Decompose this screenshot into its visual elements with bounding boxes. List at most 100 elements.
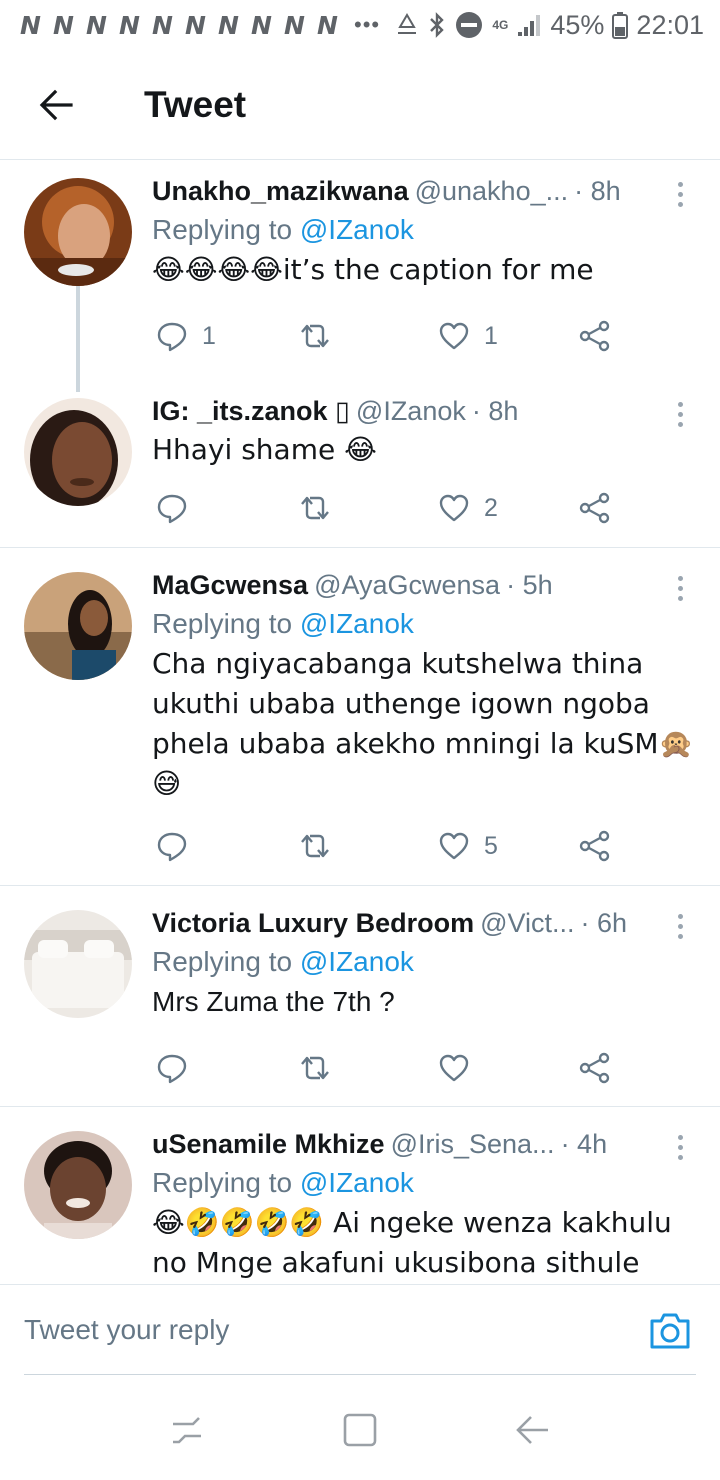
reply-bubble-icon [157, 494, 187, 524]
tweet-content[interactable]: uSenamile Mkhize @Iris_Sena... · 4h Repl… [152, 1125, 696, 1283]
user-name[interactable]: IG: _its.zanok ▯ [152, 392, 350, 430]
like-button[interactable]: 5 [438, 824, 498, 868]
retweet-button[interactable] [298, 824, 346, 868]
avatar[interactable] [24, 910, 132, 1018]
signal-icon [516, 12, 542, 38]
reply-bubble-icon [157, 322, 187, 352]
tweet-text-line: no Mnge akafuni ukusibona sithule [152, 1246, 640, 1279]
user-handle: @Iris_Sena... [390, 1129, 555, 1159]
more-options-button[interactable] [668, 570, 692, 606]
battery-percent: 45% [550, 9, 605, 40]
share-button[interactable] [578, 314, 612, 358]
user-name[interactable]: MaGcwensa [152, 566, 308, 604]
retweet-button[interactable] [298, 314, 346, 358]
tweet-header: IG: _its.zanok ▯ @IZanok · 8h [152, 392, 696, 430]
avatar[interactable] [24, 1131, 132, 1239]
more-options-button[interactable] [668, 396, 692, 432]
retweet-icon [301, 324, 329, 348]
mention-link[interactable]: @IZanok [300, 214, 414, 245]
retweet-button[interactable] [298, 1046, 346, 1090]
avatar[interactable] [24, 178, 132, 286]
more-vertical-icon [677, 1134, 683, 1140]
tweet-header: MaGcwensa @AyaGcwensa · 5h [152, 566, 696, 604]
tweet-text: Hhayi shame 😂 [152, 433, 377, 466]
user-handle: @AyaGcwensa [314, 570, 501, 600]
tweet-time: · 4h [560, 1129, 608, 1159]
tweet-actions: 1 1 [152, 314, 622, 358]
tweet-text-line: phela ubaba akekho mningi la kuSM🙊 [152, 727, 694, 760]
more-vertical-icon [677, 913, 683, 919]
tweet-header: uSenamile Mkhize @Iris_Sena... · 4h [152, 1125, 696, 1163]
replying-label: Replying to [152, 214, 300, 245]
notification-icons: N N N N N N N N N N [16, 11, 342, 40]
notification-icon: N [317, 10, 338, 40]
like-count: 5 [484, 831, 498, 860]
tweet-time: · 6h [580, 908, 628, 938]
camera-button[interactable] [648, 1309, 692, 1353]
replying-label: Replying to [152, 946, 300, 977]
like-button[interactable] [438, 1046, 484, 1090]
tweet: uSenamile Mkhize @Iris_Sena... · 4h Repl… [0, 1107, 720, 1284]
tweet-time: · 5h [506, 570, 553, 600]
reply-button[interactable]: 1 [156, 314, 216, 358]
more-options-button[interactable] [668, 908, 692, 944]
reply-input[interactable]: Tweet your reply [24, 1285, 696, 1375]
reply-button[interactable] [156, 486, 202, 530]
user-name[interactable]: Unakho_mazikwana [152, 172, 409, 210]
tweet: MaGcwensa @AyaGcwensa · 5h Replying to @… [0, 548, 720, 886]
tweet-time: · 8h [471, 396, 519, 426]
reply-feed[interactable]: Unakho_mazikwana @unakho_... · 8h Replyi… [0, 160, 720, 1284]
more-options-button[interactable] [668, 176, 692, 212]
like-button[interactable]: 1 [438, 314, 498, 358]
share-button[interactable] [578, 1046, 612, 1090]
reply-bubble-icon [157, 832, 187, 862]
status-bar: N N N N N N N N N N ••• 4G 45% 22:01 [0, 0, 720, 50]
share-button[interactable] [578, 486, 612, 530]
share-icon [579, 1052, 610, 1084]
reply-composer: Tweet your reply [0, 1284, 720, 1375]
avatar[interactable] [24, 572, 132, 680]
replying-to: Replying to @IZanok [152, 1163, 696, 1203]
avatar[interactable] [24, 398, 132, 506]
reply-bubble-icon [157, 1054, 187, 1084]
replying-to: Replying to @IZanok [152, 604, 696, 644]
replying-label: Replying to [152, 1167, 300, 1198]
tweet-content[interactable]: Unakho_mazikwana @unakho_... · 8h Replyi… [152, 172, 696, 290]
user-name[interactable]: uSenamile Mkhize [152, 1125, 385, 1163]
tweet: Victoria Luxury Bedroom @Vict... · 6h Re… [0, 886, 720, 1107]
mention-link[interactable]: @IZanok [300, 946, 414, 977]
tweet-actions: 2 [152, 486, 622, 530]
back-button[interactable] [20, 69, 92, 141]
recents-button[interactable] [157, 1400, 217, 1460]
notification-icon: N [20, 10, 41, 40]
notification-icon: N [284, 10, 305, 40]
more-notifications-icon: ••• [354, 12, 381, 37]
nav-back-button[interactable] [503, 1400, 563, 1460]
notification-icon: N [152, 10, 173, 40]
tweet-content[interactable]: IG: _its.zanok ▯ @IZanok · 8h Hhayi sham… [152, 392, 696, 470]
mention-link[interactable]: @IZanok [300, 1167, 414, 1198]
user-handle: @Vict... [480, 908, 575, 938]
replying-to: Replying to @IZanok [152, 942, 696, 982]
heart-icon [439, 1054, 469, 1082]
more-options-button[interactable] [668, 1129, 692, 1165]
tweet-content[interactable]: Victoria Luxury Bedroom @Vict... · 6h Re… [152, 904, 696, 1022]
like-button[interactable]: 2 [438, 486, 498, 530]
like-count: 2 [484, 493, 498, 522]
notification-icon: N [86, 10, 107, 40]
tweet-text: Mrs Zuma the 7th ? [152, 986, 395, 1017]
mention-link[interactable]: @IZanok [300, 608, 414, 639]
reply-button[interactable] [156, 1046, 202, 1090]
retweet-button[interactable] [298, 486, 346, 530]
home-button[interactable] [330, 1400, 390, 1460]
reply-button[interactable] [156, 824, 202, 868]
network-4g-icon: 4G [492, 19, 508, 31]
share-button[interactable] [578, 824, 612, 868]
tweet-actions [152, 1046, 622, 1090]
user-name[interactable]: Victoria Luxury Bedroom [152, 904, 474, 942]
tweet-content[interactable]: MaGcwensa @AyaGcwensa · 5h Replying to @… [152, 566, 696, 804]
status-right: 4G 45% 22:01 [394, 0, 704, 50]
tweet-text-line: 😂🤣🤣🤣🤣 Ai ngeke wenza kakhulu [152, 1206, 672, 1239]
like-count: 1 [484, 321, 498, 350]
tweet-text: 😂😂😂😂it’s the caption for me [152, 253, 594, 286]
